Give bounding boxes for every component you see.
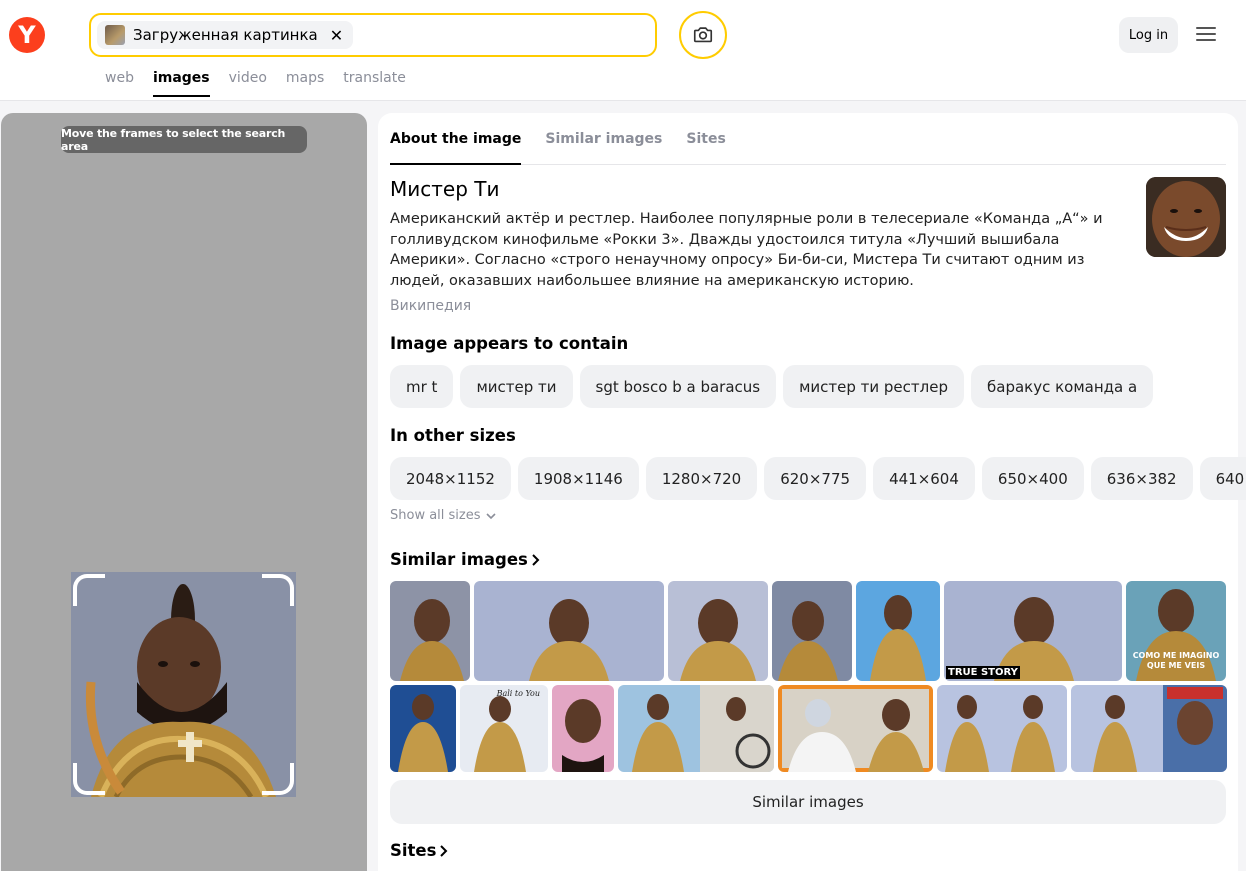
thumbnail-caption: TRUE STORY [946,666,1020,679]
similar-image-thumbnail[interactable] [474,581,664,681]
size-chip[interactable]: 1908×1146 [517,457,639,500]
camera-search-button[interactable] [679,11,727,59]
close-icon[interactable]: ✕ [330,26,343,45]
size-chip[interactable]: 640×330 [1199,457,1246,500]
similar-image-thumbnail[interactable] [937,685,1067,772]
search-box[interactable]: Загруженная картинка ✕ [89,13,657,57]
size-chip[interactable]: 636×382 [1090,457,1193,500]
crop-handle-bottom-left[interactable] [73,763,105,795]
tag-chip[interactable]: баракус команда а [971,365,1154,408]
chevron-right-icon [532,553,540,566]
tag-chip[interactable]: mr t [390,365,454,408]
tab-similar-images[interactable]: Similar images [545,113,662,165]
size-chip[interactable]: 650×400 [981,457,1084,500]
sizes-list: 2048×1152 1908×1146 1280×720 620×775 441… [390,457,1246,500]
size-chip[interactable]: 1280×720 [645,457,758,500]
entity-source-link[interactable]: Википедия [390,298,471,314]
similar-image-thumbnail[interactable] [668,581,768,681]
similar-image-thumbnail[interactable]: COMO ME IMAGINO QUE ME VEIS [1126,581,1226,681]
similar-image-thumbnail[interactable] [390,581,470,681]
tab-about-image[interactable]: About the image [390,113,522,165]
sizes-title: In other sizes [390,426,516,445]
results-panel: About the image Similar images Sites Мис… [378,113,1246,871]
thumbnail-caption: Bali to You [496,689,540,698]
tag-chip[interactable]: мистер ти [460,365,573,408]
similar-image-thumbnail[interactable] [618,685,774,772]
show-all-sizes-link[interactable]: Show all sizes [390,508,497,523]
similar-image-thumbnail[interactable]: Bali to You [460,685,548,772]
show-all-sizes-label: Show all sizes [390,508,481,523]
sites-title-label: Sites [390,841,437,860]
hamburger-menu-icon[interactable] [1196,22,1220,46]
size-chip[interactable]: 2048×1152 [390,457,511,500]
camera-icon [693,27,713,43]
uploaded-photo[interactable] [71,572,296,797]
crop-handle-top-right[interactable] [262,574,294,606]
tag-chip[interactable]: мистер ти рестлер [783,365,964,408]
similar-images-title[interactable]: Similar images [390,550,542,569]
crop-handle-top-left[interactable] [73,574,105,606]
similar-image-thumbnail[interactable] [778,685,933,772]
similar-image-thumbnail[interactable] [390,685,456,772]
nav-translate[interactable]: translate [343,70,406,97]
contains-tags: mr t мистер ти sgt bosco b a baracus мис… [390,365,1154,408]
nav-web[interactable]: web [105,70,134,97]
entity-title[interactable]: Мистер Ти [390,177,499,201]
uploaded-image-label: Загруженная картинка [133,26,318,44]
result-tabs: About the image Similar images Sites [390,113,1226,165]
chevron-down-icon [485,512,496,519]
tab-sites[interactable]: Sites [686,113,725,165]
similar-images-row: Bali to You [390,685,1227,772]
similar-image-thumbnail[interactable] [772,581,852,681]
uploaded-image-chip[interactable]: Загруженная картинка ✕ [97,21,354,49]
nav-video[interactable]: video [229,70,267,97]
similar-images-button[interactable]: Similar images [390,780,1226,824]
similar-image-thumbnail[interactable] [552,685,614,772]
size-chip[interactable]: 620×775 [764,457,867,500]
login-button[interactable]: Log in [1119,17,1178,53]
similar-image-thumbnail[interactable]: TRUE STORY [944,581,1122,681]
similar-image-thumbnail[interactable] [1071,685,1227,772]
size-chip[interactable]: 441×604 [873,457,975,500]
crop-handle-bottom-right[interactable] [262,763,294,795]
similar-image-thumbnail[interactable] [856,581,940,681]
image-crop-panel: Move the frames to select the search are… [1,113,367,871]
entity-description: Американский актёр и рестлер. Наиболее п… [390,211,1103,289]
nav-maps[interactable]: maps [286,70,324,97]
sites-title[interactable]: Sites [390,841,450,860]
similar-images-row: TRUE STORY COMO ME IMAGINO QUE ME VEIS [390,581,1226,681]
crop-hint: Move the frames to select the search are… [61,126,307,153]
nav-images[interactable]: images [152,70,210,97]
entity-thumbnail[interactable] [1146,177,1226,257]
uploaded-image-thumbnail [105,25,125,45]
yandex-logo[interactable]: Y [9,17,45,53]
thumbnail-caption: COMO ME IMAGINO QUE ME VEIS [1132,651,1220,670]
similar-images-title-label: Similar images [390,550,528,569]
search-nav: web images video maps translate [105,70,406,97]
header: Y Загруженная картинка ✕ Log in web imag… [0,0,1246,101]
chevron-right-icon [440,844,448,857]
contains-title: Image appears to contain [390,334,629,353]
tag-chip[interactable]: sgt bosco b a baracus [579,365,777,408]
